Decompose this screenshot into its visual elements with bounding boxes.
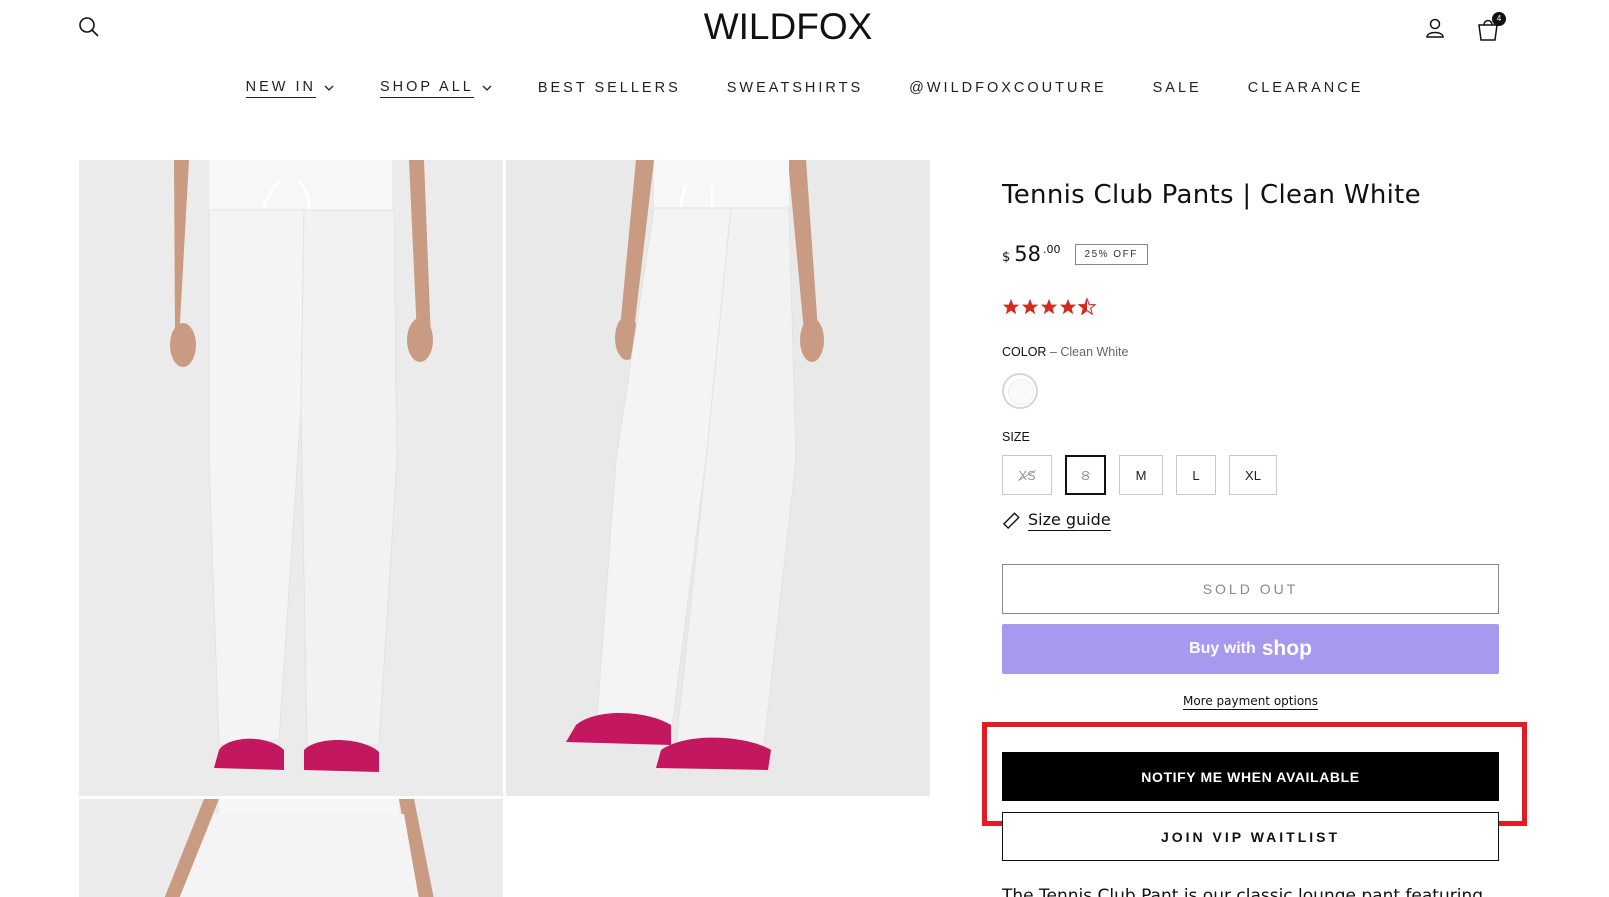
size-guide-link[interactable]: Size guide: [1002, 510, 1111, 531]
nav-label: SHOP ALL: [379, 79, 474, 98]
size-option-xs[interactable]: XS: [1002, 455, 1052, 495]
star-half-icon: [1078, 298, 1096, 315]
color-title: COLOR: [1002, 345, 1047, 359]
size-guide-label: Size guide: [1028, 510, 1111, 531]
nav-label: BEST SELLERS: [537, 80, 681, 96]
nav-sale[interactable]: SALE: [1153, 76, 1202, 100]
account-icon[interactable]: [1424, 17, 1446, 39]
search-icon[interactable]: [78, 16, 100, 38]
chevron-down-icon: [324, 85, 334, 91]
color-value: Clean White: [1060, 345, 1129, 359]
cart-button[interactable]: 4: [1476, 12, 1506, 42]
product-image-back[interactable]: [79, 799, 503, 897]
rating-stars[interactable]: [1002, 298, 1096, 315]
nav-label: @WILDFOXCOUTURE: [909, 80, 1107, 96]
main-nav: NEW IN SHOP ALL BEST SELLERS SWEATSHIRTS…: [0, 76, 1609, 100]
size-label: SIZE: [1002, 430, 1030, 444]
star-icon: [1021, 298, 1039, 315]
discount-badge: 25% OFF: [1074, 244, 1148, 265]
star-icon: [1040, 298, 1058, 315]
product-image-side[interactable]: [506, 160, 930, 796]
product-image-front[interactable]: [79, 160, 503, 796]
nav-wildfoxcouture[interactable]: @WILDFOXCOUTURE: [909, 76, 1106, 100]
size-option-xl[interactable]: XL: [1229, 455, 1277, 495]
nav-clearance[interactable]: CLEARANCE: [1248, 76, 1364, 100]
price-cents: .00: [1043, 243, 1061, 256]
size-option-s[interactable]: S: [1065, 455, 1106, 495]
nav-new-in[interactable]: NEW IN: [245, 76, 334, 100]
nav-shop-all[interactable]: SHOP ALL: [379, 76, 492, 100]
size-option-m[interactable]: M: [1119, 455, 1163, 495]
product-description: The Tennis Club Pant is our classic loun…: [1002, 886, 1484, 897]
product-info: Tennis Club Pants | Clean White $ 58 .00…: [982, 180, 1527, 897]
more-payment-link[interactable]: More payment options: [1182, 694, 1319, 710]
site-logo[interactable]: WILDFOX: [698, 6, 878, 48]
nav-label: SWEATSHIRTS: [726, 80, 864, 96]
nav-sweatshirts[interactable]: SWEATSHIRTS: [727, 76, 863, 100]
color-separator: –: [1046, 345, 1061, 359]
nav-best-sellers[interactable]: BEST SELLERS: [538, 76, 681, 100]
join-vip-waitlist-button[interactable]: JOIN VIP WAITLIST: [1002, 812, 1499, 861]
nav-label: SALE: [1152, 80, 1202, 96]
price-amount: 58: [1014, 242, 1042, 266]
price-currency: $: [1002, 250, 1011, 265]
site-header: WILDFOX 4 NEW IN SHOP ALL BEST SELLERS S…: [0, 0, 1609, 120]
size-selector: XS S M L XL: [1002, 455, 1277, 495]
notify-me-button[interactable]: NOTIFY ME WHEN AVAILABLE: [1002, 752, 1499, 801]
color-swatch-clean-white[interactable]: [1002, 373, 1038, 409]
more-payment-options: More payment options: [1002, 690, 1499, 710]
product-title: Tennis Club Pants | Clean White: [1002, 180, 1421, 210]
sold-out-button[interactable]: SOLD OUT: [1002, 564, 1499, 614]
star-icon: [1002, 298, 1020, 315]
nav-label: CLEARANCE: [1247, 80, 1364, 96]
star-icon: [1059, 298, 1077, 315]
shop-pay-logo: shop: [1261, 637, 1312, 660]
size-option-l[interactable]: L: [1176, 455, 1216, 495]
cart-count-badge: 4: [1492, 12, 1506, 26]
ruler-icon: [1002, 511, 1020, 529]
buy-with-shop-button[interactable]: Buy with shop: [1002, 624, 1499, 674]
shop-pay-prefix: Buy with: [1189, 640, 1256, 657]
price: $ 58 .00 25% OFF: [1002, 242, 1148, 266]
nav-label: NEW IN: [245, 79, 316, 98]
color-label: COLOR – Clean White: [1002, 345, 1128, 359]
chevron-down-icon: [482, 85, 492, 91]
